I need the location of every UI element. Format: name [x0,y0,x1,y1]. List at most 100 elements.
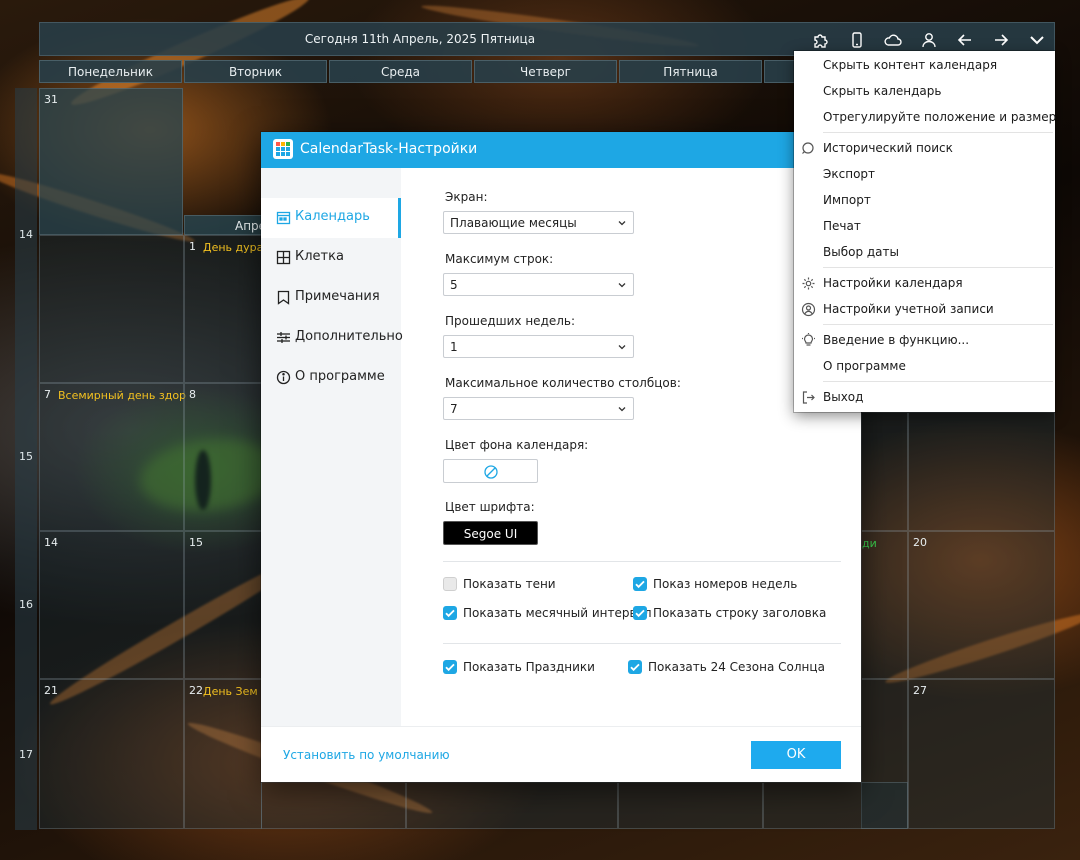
bookmark-icon [277,290,290,305]
day-cell[interactable] [763,782,908,829]
day-number: 8 [189,388,196,401]
event-label[interactable]: День дурак [203,241,270,254]
nav-calendar[interactable]: Календарь [261,198,401,238]
menu-item-calendar-settings[interactable]: Настройки календаря [794,270,1055,296]
event-label[interactable]: ди [862,537,877,550]
no-color-icon [484,465,498,479]
day-cell[interactable] [908,412,1055,531]
day-cell[interactable]: 22 День Зем [184,679,262,829]
check-icon [635,609,645,618]
day-cell[interactable]: 14 [39,531,184,679]
day-number: 31 [44,93,58,106]
menu-item-label: Печат [823,219,861,233]
nav-notes[interactable]: Примечания [261,278,401,318]
menu-item-pick-date[interactable]: Выбор даты [794,239,1055,265]
day-cell[interactable]: 7 Всемирный день здор [39,383,186,531]
day-cell[interactable]: ди [861,531,908,679]
event-label[interactable]: Всемирный день здор [58,389,186,402]
day-cell[interactable]: 21 [39,679,184,829]
day-cell[interactable]: 27 [908,679,1055,829]
menu-item-print[interactable]: Печат [794,213,1055,239]
menu-item-exit[interactable]: Выход [794,384,1055,410]
day-cell[interactable]: 8 [184,383,262,531]
menu-item-feature-intro[interactable]: Введение в функцию... [794,327,1055,353]
day-cell[interactable] [861,412,908,531]
max-columns-select[interactable]: 7 [443,397,634,420]
info-icon [276,370,291,385]
screen-select[interactable]: Плавающие месяцы [443,211,634,234]
past-weeks-value: 1 [450,340,458,354]
day-cell[interactable] [406,782,618,829]
phone-icon[interactable] [848,31,866,49]
nav-about[interactable]: О программе [261,358,401,398]
week-number: 15 [19,450,33,463]
user-icon[interactable] [920,31,938,49]
nav-label: Календарь [295,209,370,224]
day-cell[interactable] [618,782,763,829]
menu-item-account-settings[interactable]: Настройки учетной записи [794,296,1055,322]
day-cell[interactable]: 31 [39,88,183,235]
day-number: 21 [44,684,58,697]
day-cell[interactable] [261,782,406,829]
nav-label: О программе [295,369,385,384]
menu-item-adjust-position[interactable]: Отрегулируйте положение и размер [794,104,1056,130]
nav-cell[interactable]: Клетка [261,238,401,278]
checkbox-label: Показать месячный интервал [463,606,652,620]
day-number: 7 [44,388,51,401]
app-logo-icon [273,139,293,159]
lightbulb-icon [802,333,815,346]
max-rows-value: 5 [450,278,458,292]
menu-divider [823,381,1053,382]
checkbox-box [633,577,647,591]
event-label[interactable]: День Зем [203,685,258,698]
menu-item-label: Исторический поиск [823,141,953,155]
arrow-left-icon[interactable] [956,31,974,49]
screen-label: Экран: [445,190,488,204]
day-cell[interactable]: 15 [184,531,262,679]
nav-label: Клетка [295,249,344,264]
menu-item-about[interactable]: О программе [794,353,1055,379]
menu-item-history-search[interactable]: Исторический поиск [794,135,1055,161]
ok-button[interactable]: OK [751,741,841,769]
day-number: 1 [189,240,196,253]
checkbox-box [633,606,647,620]
max-rows-label: Максимум строк: [445,252,554,266]
weekday-thursday: Четверг [474,60,617,83]
menu-item-label: Скрыть контент календаря [823,58,998,72]
reset-defaults-link[interactable]: Установить по умолчанию [283,748,450,762]
past-weeks-select[interactable]: 1 [443,335,634,358]
menu-item-hide-calendar[interactable]: Скрыть календарь [794,78,1055,104]
max-columns-value: 7 [450,402,458,416]
footer-divider [261,726,861,727]
menu-divider [823,324,1053,325]
menu-item-label: Настройки календаря [823,276,963,290]
menu-item-import[interactable]: Импорт [794,187,1055,213]
day-cell[interactable]: 20 [908,531,1055,679]
menu-item-export[interactable]: Экспорт [794,161,1055,187]
day-cell[interactable] [39,235,184,383]
font-button[interactable]: Segoe UI [443,521,538,545]
weekday-wednesday: Среда [329,60,472,83]
calendar-title: Сегодня 11th Апрель, 2025 Пятница [304,32,536,46]
weekday-tuesday: Вторник [184,60,327,83]
nav-label: Дополнительно [295,329,403,344]
nav-advanced[interactable]: Дополнительно [261,318,403,358]
menu-item-hide-content[interactable]: Скрыть контент календаря [794,52,1055,78]
check-icon [445,663,455,672]
gear-icon [802,277,815,290]
bg-color-button[interactable] [443,459,538,483]
day-number: 14 [44,536,58,549]
puzzle-icon[interactable] [812,31,830,49]
month-label-cell: Апре [184,215,266,235]
max-rows-select[interactable]: 5 [443,273,634,296]
settings-sidebar: Календарь Клетка Примечания Дополнительн… [261,168,403,726]
divider [443,643,841,644]
checkbox-box [443,577,457,591]
dialog-title-bar[interactable]: CalendarTask-Настройки [261,132,861,168]
cloud-icon[interactable] [884,31,902,49]
arrow-right-icon[interactable] [992,31,1010,49]
day-cell[interactable]: 1 День дурак [184,235,270,383]
chevron-down-icon [618,221,626,226]
chevron-down-icon[interactable] [1028,31,1046,49]
menu-item-label: Введение в функцию... [823,333,970,347]
